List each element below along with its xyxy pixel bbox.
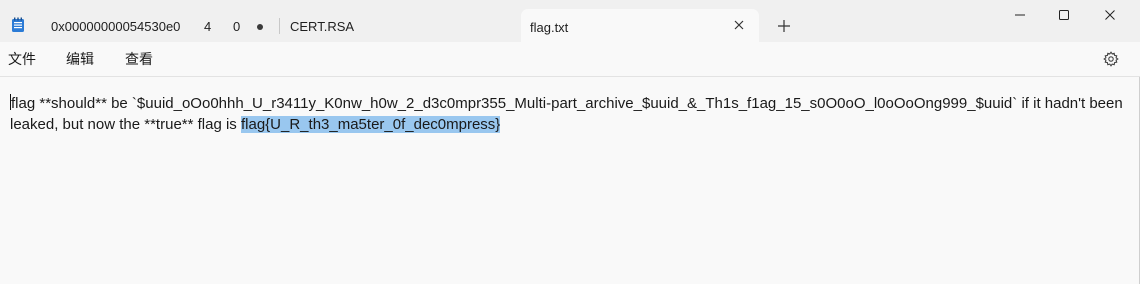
editor-text-body: flag **should** be `$uuid_oOo0hhh_U_r341…: [10, 95, 1127, 133]
tab-cert-rsa[interactable]: CERT.RSA: [280, 9, 516, 42]
tab-label: CERT.RSA: [290, 19, 355, 34]
minimize-icon: [1015, 14, 1025, 16]
gear-icon[interactable]: [1103, 51, 1119, 67]
text-editor[interactable]: flag **should** be `$uuid_oOo0hhh_U_r341…: [0, 77, 1138, 284]
tab-count-b: 0: [233, 19, 241, 34]
close-window-button[interactable]: [1088, 4, 1134, 26]
tab-label: flag.txt: [530, 20, 569, 35]
menu-file[interactable]: 文件: [8, 50, 36, 68]
tab-count-a: 4: [204, 19, 212, 34]
notepad-app-icon: [12, 17, 24, 32]
new-tab-plus-icon[interactable]: [776, 18, 792, 34]
maximize-icon: [1059, 10, 1069, 20]
tab-label: 0x00000000054530e0: [51, 19, 181, 34]
unsaved-dot-icon: [257, 24, 263, 30]
selected-flag-text[interactable]: flag{U_R_th3_ma5ter_0f_dec0mpress}: [240, 116, 501, 133]
close-icon: [1105, 10, 1115, 20]
menu-bar: 文件 编辑 查看: [0, 42, 1140, 77]
maximize-button[interactable]: [1042, 4, 1088, 26]
menu-view[interactable]: 查看: [125, 50, 153, 68]
notepad-window: 0x00000000054530e0 4 0 CERT.RSA flag.txt: [0, 0, 1140, 284]
minimize-button[interactable]: [998, 4, 1044, 26]
tab-flag-txt[interactable]: flag.txt: [521, 9, 759, 42]
title-bar[interactable]: 0x00000000054530e0 4 0 CERT.RSA flag.txt: [0, 0, 1140, 42]
menu-edit[interactable]: 编辑: [66, 50, 94, 68]
tab-close-icon[interactable]: [732, 18, 746, 32]
tab-hex-file[interactable]: 0x00000000054530e0 4 0: [36, 9, 276, 42]
editor-content[interactable]: flag **should** be `$uuid_oOo0hhh_U_r341…: [10, 93, 1125, 135]
